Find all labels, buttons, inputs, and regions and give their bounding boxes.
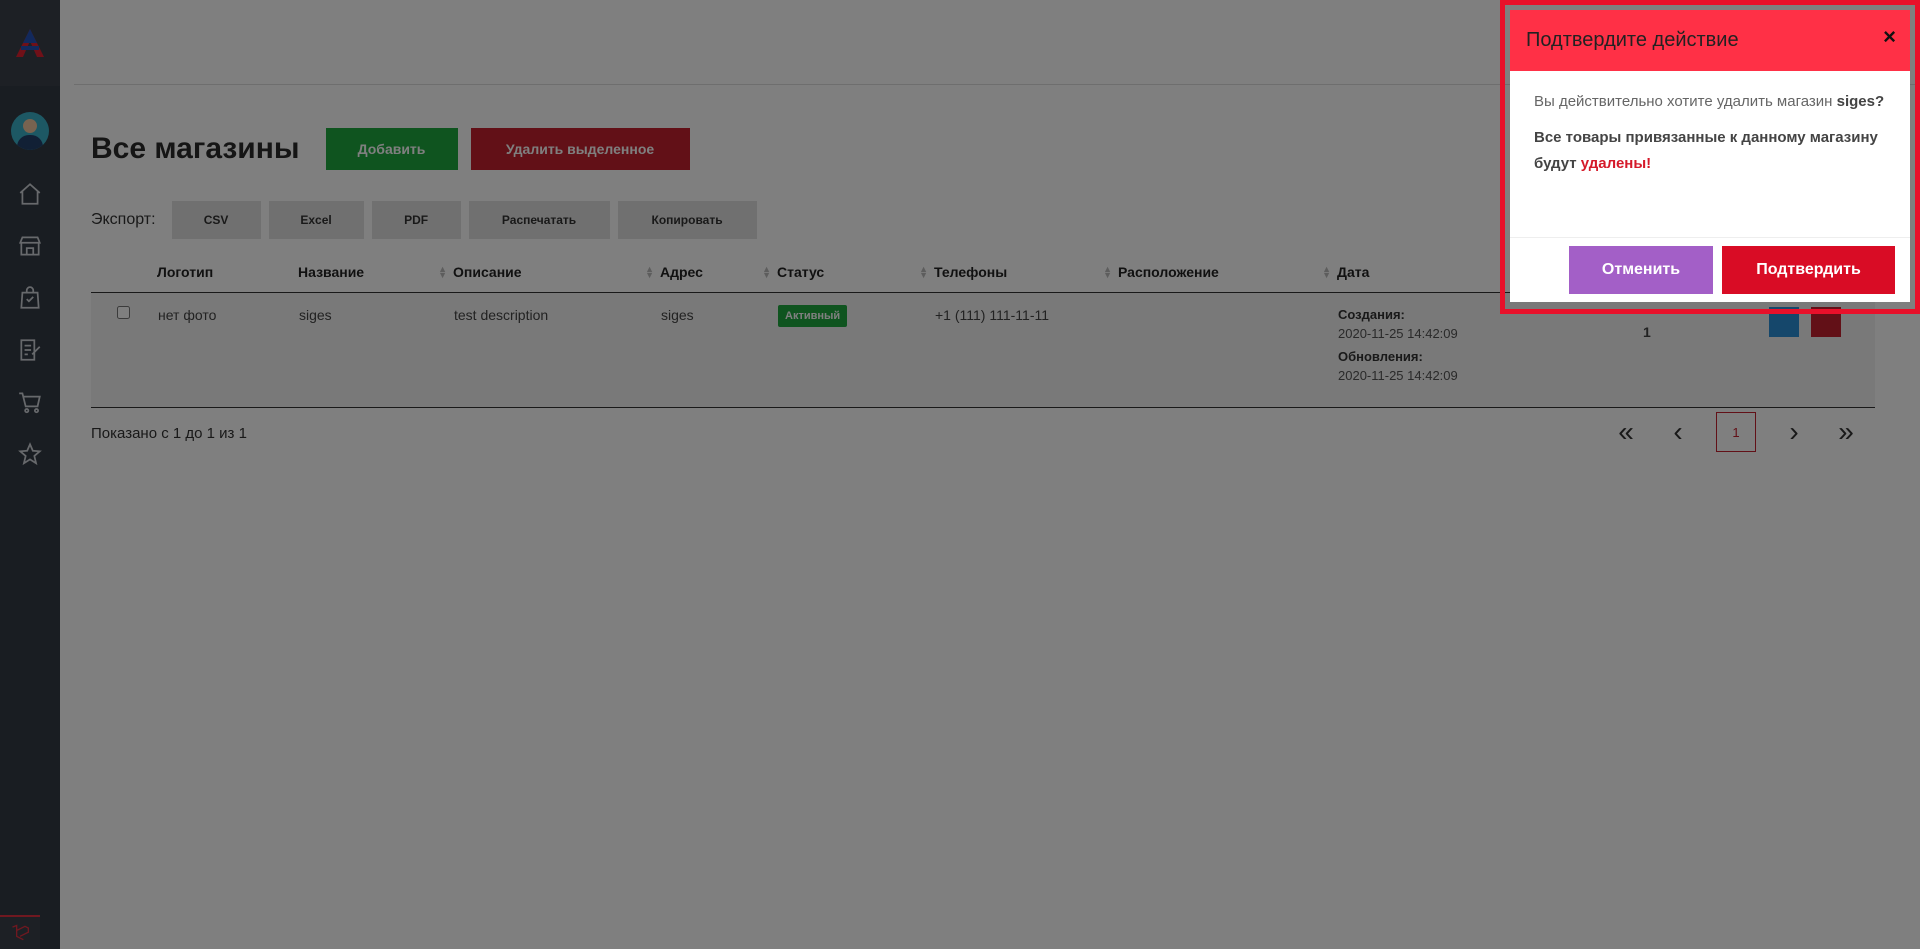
modal-footer: Отменить Подтвердить <box>1510 237 1910 302</box>
confirm-dialog: Подтвердите действие × Вы действительно … <box>1510 10 1910 302</box>
store-name: siges? <box>1836 93 1885 110</box>
modal-title: Подтвердите действие <box>1526 29 1739 51</box>
question-text: Вы действительно хотите удалить магазин <box>1534 93 1833 110</box>
cancel-button[interactable]: Отменить <box>1569 246 1713 294</box>
modal-warning: Все товары привязанные к данному магазин… <box>1534 125 1886 177</box>
warning-highlight: удалены! <box>1580 155 1652 172</box>
modal-question: Вы действительно хотите удалить магазин … <box>1534 89 1886 115</box>
modal-header: Подтвердите действие × <box>1510 10 1910 71</box>
close-icon[interactable]: × <box>1883 24 1896 50</box>
modal-body: Вы действительно хотите удалить магазин … <box>1510 71 1910 177</box>
confirm-button[interactable]: Подтвердить <box>1722 246 1895 294</box>
